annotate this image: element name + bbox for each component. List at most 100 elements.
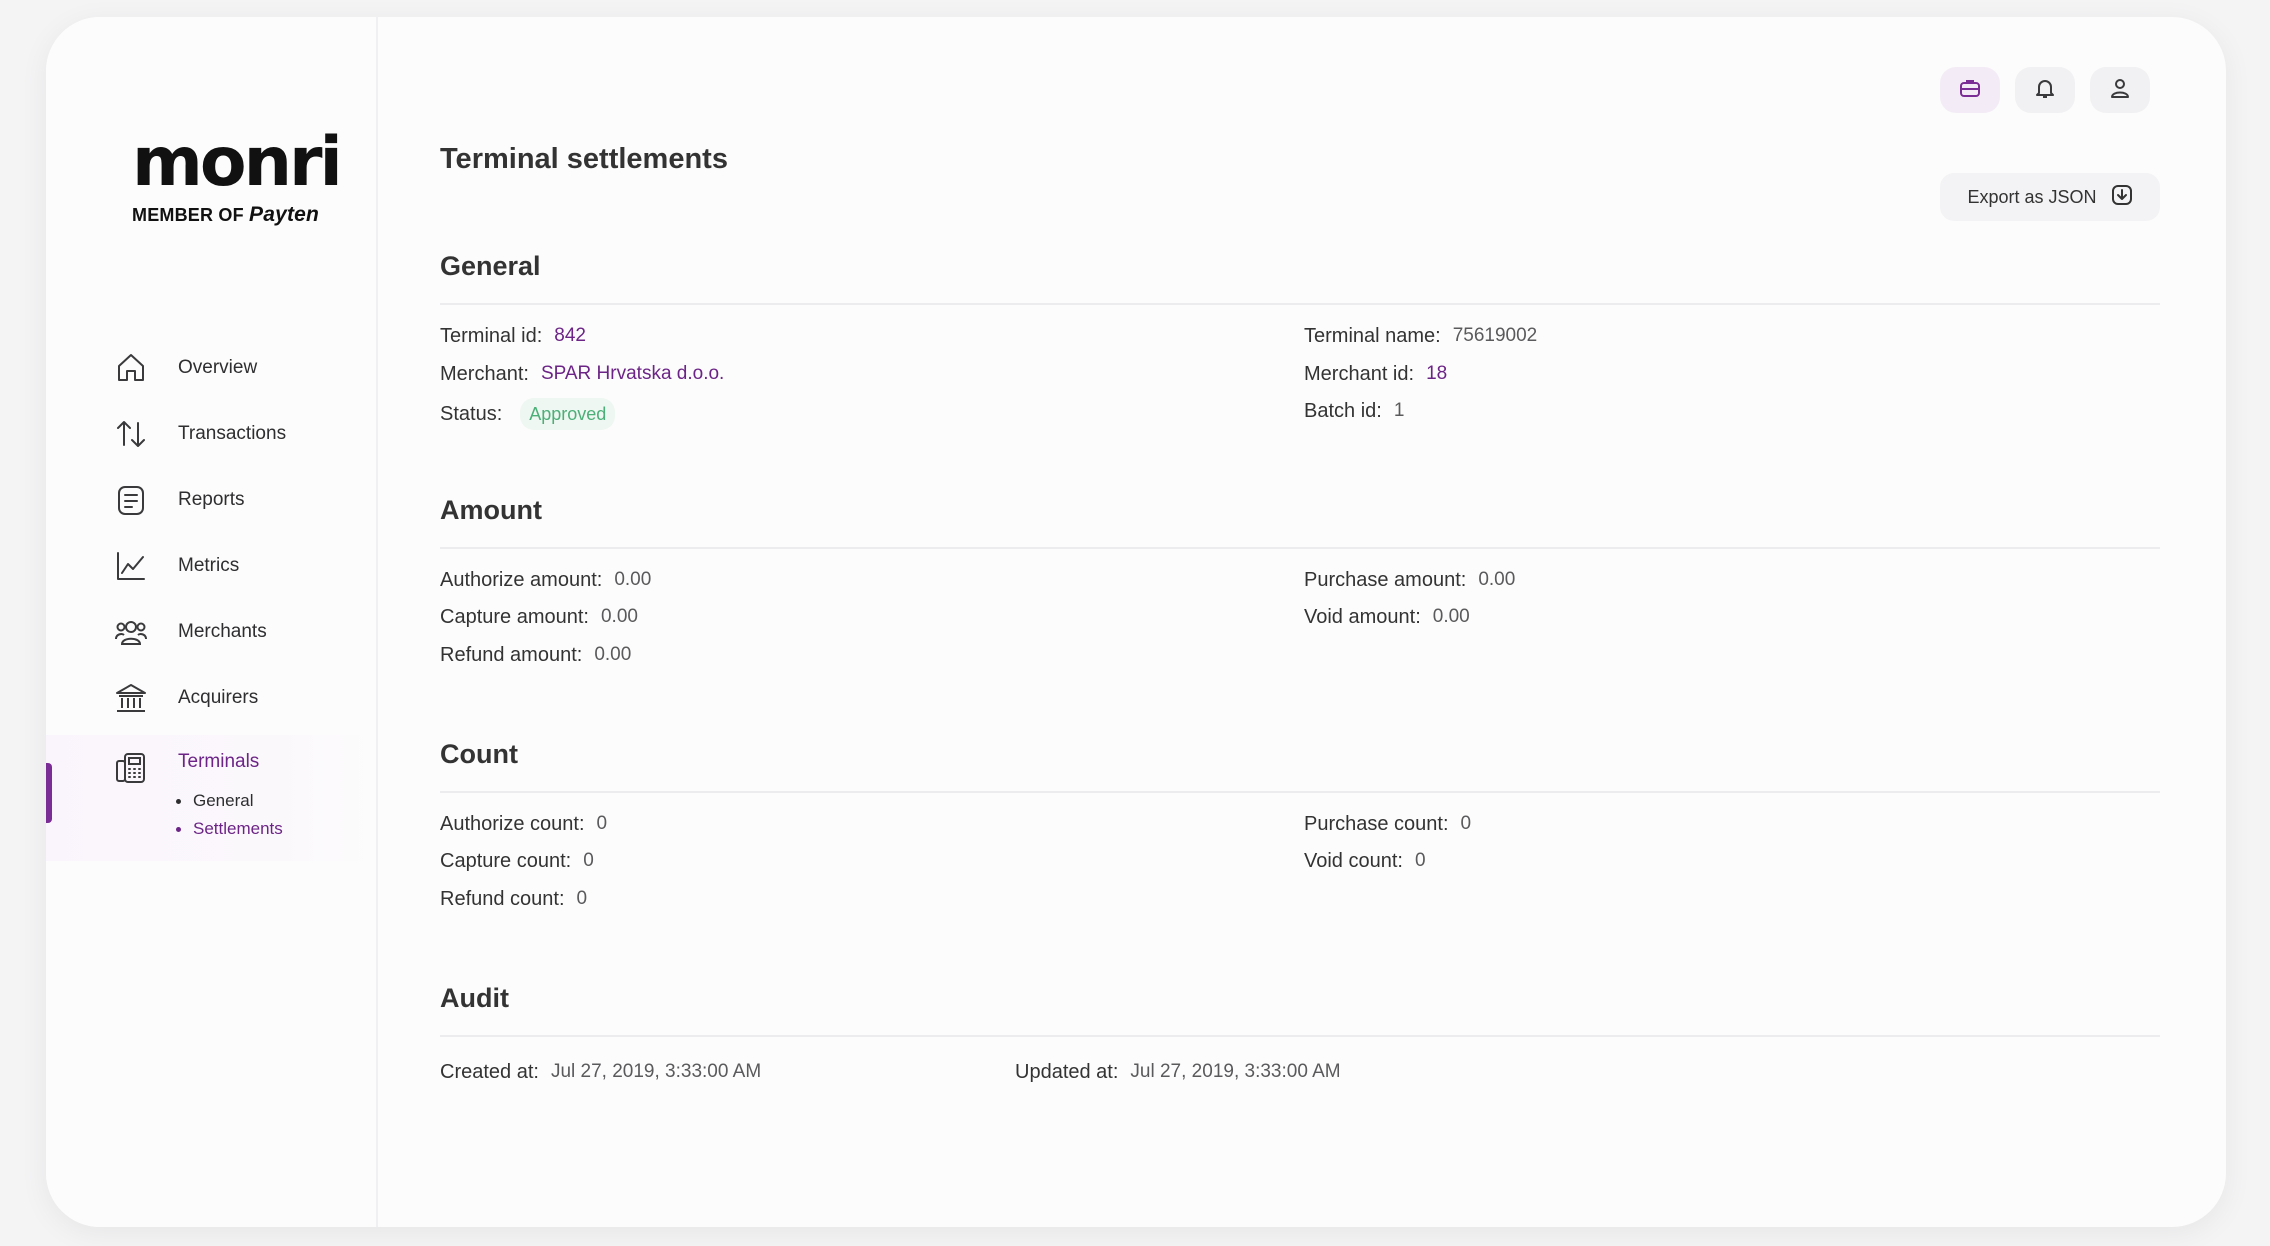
field-label: Merchant id: [1304, 363, 1415, 385]
field-label: Capture amount: [440, 606, 589, 628]
sidebar-item-label: Acquirers [178, 687, 259, 708]
field-value: 0.00 [614, 569, 652, 590]
merchant-id-field: Merchant id: 18 [1304, 361, 1447, 387]
sidebar-item-label: Merchants [178, 621, 267, 642]
field-label: Purchase amount: [1304, 569, 1467, 591]
transfer-arrows-icon [114, 417, 148, 451]
logo-wordmark: monri [132, 123, 343, 202]
sidebar-item-overview[interactable]: Overview [46, 335, 376, 401]
merchant-id-link[interactable]: 18 [1426, 361, 1447, 387]
sidebar-item-reports[interactable]: Reports [46, 467, 376, 533]
terminals-submenu: General Settlements [176, 787, 283, 843]
refund-count-field: Refund count: 0 [440, 886, 587, 912]
field-label: Merchant: [440, 363, 529, 385]
section-divider [440, 303, 2160, 305]
field-value: 0 [583, 850, 594, 871]
updated-at-field: Updated at: Jul 27, 2019, 3:33:00 AM [1015, 1059, 1341, 1085]
field-label: Batch id: [1304, 400, 1382, 422]
field-label: Void count: [1304, 850, 1403, 872]
field-label: Purchase count: [1304, 813, 1449, 835]
authorize-count-field: Authorize count: 0 [440, 811, 607, 837]
sidebar-item-acquirers[interactable]: Acquirers [46, 665, 376, 731]
section-title: Count [440, 739, 518, 769]
field-value: 0.00 [600, 606, 638, 627]
field-label: Authorize amount: [440, 569, 603, 591]
sidebar-subitem-label: Settlements [193, 819, 283, 838]
field-label: Terminal name: [1304, 325, 1441, 347]
field-label: Terminal id: [440, 325, 543, 347]
sidebar-nav: Overview Transactions Reports Metrics Me… [46, 335, 376, 861]
bell-icon [2033, 76, 2057, 105]
field-value: Jul 27, 2019, 3:33:00 AM [1130, 1061, 1341, 1082]
sidebar-item-merchants[interactable]: Merchants [46, 599, 376, 665]
field-value: 0 [576, 888, 588, 909]
sidebar-item-label: Overview [178, 357, 258, 378]
field-label: Updated at: [1015, 1061, 1119, 1083]
status-badge: Approved [520, 398, 616, 430]
profile-button[interactable] [2090, 67, 2150, 113]
field-label: Authorize count: [440, 813, 585, 835]
bullet-icon [176, 826, 181, 832]
briefcase-button[interactable] [1940, 67, 2000, 113]
sidebar-item-label: Terminals [178, 751, 260, 772]
authorize-amount-field: Authorize amount: 0.00 [440, 567, 651, 593]
void-count-field: Void count: 0 [1304, 848, 1426, 874]
section-title: Amount [440, 495, 542, 525]
logo-tagline: MEMBER OF Payten [132, 203, 319, 227]
field-value: 0 [1414, 850, 1426, 871]
field-value: 0 [596, 813, 608, 834]
terminal-id-link[interactable]: 842 [554, 323, 586, 349]
field-label: Refund amount: [440, 644, 583, 666]
field-label: Created at: [440, 1061, 539, 1083]
section-divider [440, 791, 2160, 793]
audit-section: Audit Created at: Jul 27, 2019, 3:33:00 … [440, 981, 2160, 1083]
section-divider [440, 1035, 2160, 1037]
field-value: 75619002 [1452, 325, 1538, 346]
brand-logo[interactable]: monri MEMBER OF Payten [132, 123, 343, 227]
field-value: Jul 27, 2019, 3:33:00 AM [550, 1061, 762, 1082]
section-divider [440, 547, 2160, 549]
document-icon [114, 483, 148, 517]
field-value: 0.00 [594, 644, 632, 665]
purchase-amount-field: Purchase amount: 0.00 [1304, 567, 1515, 593]
sidebar-subitem-general[interactable]: General [176, 787, 283, 815]
purchase-count-field: Purchase count: 0 [1304, 811, 1471, 837]
terminal-name-field: Terminal name: 75619002 [1304, 323, 1537, 349]
amount-section: Amount Authorize amount: 0.00 Capture am… [440, 493, 2160, 666]
notifications-button[interactable] [2015, 67, 2075, 113]
sidebar-subitem-label: General [193, 791, 254, 810]
briefcase-icon [1958, 76, 1982, 105]
field-value: 0.00 [1432, 606, 1470, 627]
home-icon [114, 351, 148, 385]
status-field: Status: Approved [440, 398, 616, 430]
bullet-icon [176, 798, 181, 804]
download-icon [2111, 184, 2133, 211]
field-label: Capture count: [440, 850, 572, 872]
batch-id-field: Batch id: 1 [1304, 398, 1404, 424]
export-json-button[interactable]: Export as JSON [1940, 173, 2160, 221]
line-chart-icon [114, 549, 148, 583]
sidebar-item-terminals[interactable]: Terminals General Settlements [46, 735, 376, 861]
sidebar-item-label: Transactions [178, 423, 287, 444]
sidebar-subitem-settlements[interactable]: Settlements [176, 815, 283, 843]
created-at-field: Created at: Jul 27, 2019, 3:33:00 AM [440, 1059, 761, 1085]
sidebar-item-label: Metrics [178, 555, 240, 576]
bank-icon [114, 681, 148, 715]
sidebar-item-transactions[interactable]: Transactions [46, 401, 376, 467]
field-value: 1 [1393, 400, 1405, 421]
count-section: Count Authorize count: 0 Capture count: … [440, 737, 2160, 910]
app-window: monri MEMBER OF Payten Overview Transact… [46, 17, 2226, 1227]
field-label: Status: [440, 403, 503, 425]
field-label: Void amount: [1304, 606, 1421, 628]
capture-amount-field: Capture amount: 0.00 [440, 604, 638, 630]
users-icon [114, 615, 148, 649]
merchant-link[interactable]: SPAR Hrvatska d.o.o. [541, 361, 724, 387]
terminal-id-field: Terminal id: 842 [440, 323, 586, 349]
field-value: 0 [1460, 813, 1472, 834]
capture-count-field: Capture count: 0 [440, 848, 594, 874]
export-button-label: Export as JSON [1967, 186, 2097, 207]
void-amount-field: Void amount: 0.00 [1304, 604, 1470, 630]
pos-terminal-icon [114, 751, 148, 785]
merchant-field: Merchant: SPAR Hrvatska d.o.o. [440, 361, 724, 387]
sidebar-item-metrics[interactable]: Metrics [46, 533, 376, 599]
